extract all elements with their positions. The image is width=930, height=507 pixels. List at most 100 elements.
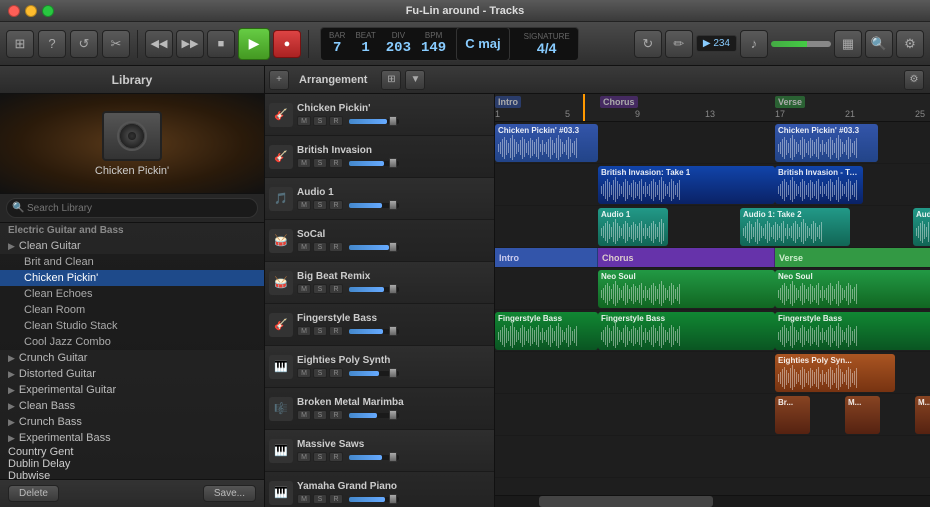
solo-button[interactable]: S [313, 200, 327, 210]
mute-button[interactable]: M [297, 158, 311, 168]
arm-button[interactable]: R [329, 494, 343, 504]
track-fader[interactable] [349, 329, 399, 334]
mute-button[interactable]: M [297, 242, 311, 252]
clip[interactable]: Fingerstyle Bass [775, 312, 930, 350]
sidebar-item-distorted-guitar[interactable]: ▶ Distorted Guitar [0, 366, 264, 382]
list-item[interactable]: Dubwise [0, 470, 264, 479]
loop-button[interactable]: ↺ [70, 30, 98, 58]
solo-button[interactable]: S [313, 494, 327, 504]
clip[interactable]: M... [915, 396, 930, 434]
clip[interactable]: Audio 1: Take 2 [740, 208, 850, 246]
arm-button[interactable]: R [329, 242, 343, 252]
mute-button[interactable]: M [297, 200, 311, 210]
mute-button[interactable]: M [297, 326, 311, 336]
sidebar-item-clean-guitar[interactable]: ▶ Clean Guitar [0, 238, 264, 254]
track-fader[interactable] [349, 245, 399, 250]
sync-button[interactable]: ↻ [634, 30, 662, 58]
arm-button[interactable]: R [329, 410, 343, 420]
filter-button[interactable]: ▼ [405, 70, 425, 90]
clip[interactable]: Audio 1.3 [913, 208, 930, 246]
sidebar-item-crunch-guitar[interactable]: ▶ Crunch Guitar [0, 350, 264, 366]
list-item[interactable]: Brit and Clean [0, 254, 264, 270]
stop-button[interactable]: ■ [207, 30, 235, 58]
clip[interactable]: Fingerstyle Bass [495, 312, 598, 350]
list-item[interactable]: Country Gent [0, 446, 264, 458]
clips-area[interactable]: Chicken Pickin' #03.3 Chicken Pickin' #0… [495, 122, 930, 495]
solo-button[interactable]: S [313, 158, 327, 168]
sidebar-item-clean-bass[interactable]: ▶ Clean Bass [0, 398, 264, 414]
track-fader[interactable] [349, 119, 399, 124]
close-button[interactable] [8, 5, 20, 17]
list-item[interactable]: Dublin Delay [0, 458, 264, 470]
track-fader[interactable] [349, 161, 399, 166]
save-button[interactable]: Save... [203, 485, 256, 502]
master-volume-slider[interactable] [771, 41, 831, 47]
list-item[interactable]: Chicken Pickin' [0, 270, 264, 286]
arm-button[interactable]: R [329, 284, 343, 294]
mute-button[interactable]: M [297, 284, 311, 294]
sidebar-item-crunch-bass[interactable]: ▶ Crunch Bass [0, 414, 264, 430]
add-track-button[interactable]: + [269, 70, 289, 90]
scissors-button[interactable]: ✂ [102, 30, 130, 58]
list-item[interactable]: Clean Echoes [0, 286, 264, 302]
tuner-button[interactable]: ♪ [740, 30, 768, 58]
solo-button[interactable]: S [313, 410, 327, 420]
scroll-thumb[interactable] [539, 496, 713, 507]
track-fader[interactable] [349, 203, 399, 208]
mute-button[interactable]: M [297, 368, 311, 378]
arm-button[interactable]: R [329, 368, 343, 378]
record-button[interactable]: ● [273, 30, 301, 58]
clip[interactable]: Neo Soul [598, 270, 775, 308]
mute-button[interactable]: M [297, 116, 311, 126]
delete-button[interactable]: Delete [8, 485, 59, 502]
clip[interactable]: Chicken Pickin' #03.3 [495, 124, 598, 162]
arm-button[interactable]: R [329, 326, 343, 336]
arm-button[interactable]: R [329, 200, 343, 210]
solo-button[interactable]: S [313, 242, 327, 252]
list-item[interactable]: Cool Jazz Combo [0, 334, 264, 350]
track-fader[interactable] [349, 413, 399, 418]
snap-button[interactable]: ⊞ [6, 30, 34, 58]
clip[interactable]: M... [845, 396, 880, 434]
view-options-button[interactable]: ⊞ [381, 70, 401, 90]
maximize-button[interactable] [42, 5, 54, 17]
clip[interactable]: British Invasion: Take 1 [598, 166, 775, 204]
clip[interactable]: British Invasion - Take 5 [775, 166, 863, 204]
solo-button[interactable]: S [313, 368, 327, 378]
arm-button[interactable]: R [329, 452, 343, 462]
clip[interactable]: Eighties Poly Syn... [775, 354, 895, 392]
solo-button[interactable]: S [313, 452, 327, 462]
view-btn-2[interactable]: 🔍 [865, 30, 893, 58]
solo-button[interactable]: S [313, 284, 327, 294]
list-item[interactable]: Clean Room [0, 302, 264, 318]
mute-button[interactable]: M [297, 410, 311, 420]
track-fader[interactable] [349, 455, 399, 460]
clip[interactable]: Neo Soul [775, 270, 930, 308]
clip[interactable]: Audio 1 [598, 208, 668, 246]
play-button[interactable]: ▶ [238, 28, 270, 60]
search-input[interactable] [6, 198, 258, 218]
help-button[interactable]: ? [38, 30, 66, 58]
horizontal-scrollbar[interactable] [495, 495, 930, 507]
clip[interactable]: Chicken Pickin' #03.3 [775, 124, 878, 162]
settings-button[interactable]: ⚙ [896, 30, 924, 58]
timeline-ruler[interactable]: Intro Chorus Verse Chorus C 1 5 9 13 17 … [495, 94, 930, 122]
mute-button[interactable]: M [297, 452, 311, 462]
arm-button[interactable]: R [329, 116, 343, 126]
pencil-button[interactable]: ✏ [665, 30, 693, 58]
clip[interactable]: Fingerstyle Bass [598, 312, 775, 350]
sidebar-item-experimental-guitar[interactable]: ▶ Experimental Guitar [0, 382, 264, 398]
arrangement-settings-button[interactable]: ⚙ [904, 70, 924, 90]
clip[interactable]: Br... [775, 396, 810, 434]
track-fader[interactable] [349, 371, 399, 376]
rewind-button[interactable]: ◀◀ [145, 30, 173, 58]
mute-button[interactable]: M [297, 494, 311, 504]
arm-button[interactable]: R [329, 158, 343, 168]
solo-button[interactable]: S [313, 116, 327, 126]
sidebar-item-experimental-bass[interactable]: ▶ Experimental Bass [0, 430, 264, 446]
list-item[interactable]: Clean Studio Stack [0, 318, 264, 334]
track-fader[interactable] [349, 287, 399, 292]
track-fader[interactable] [349, 497, 399, 502]
solo-button[interactable]: S [313, 326, 327, 336]
view-btn-1[interactable]: ▦ [834, 30, 862, 58]
